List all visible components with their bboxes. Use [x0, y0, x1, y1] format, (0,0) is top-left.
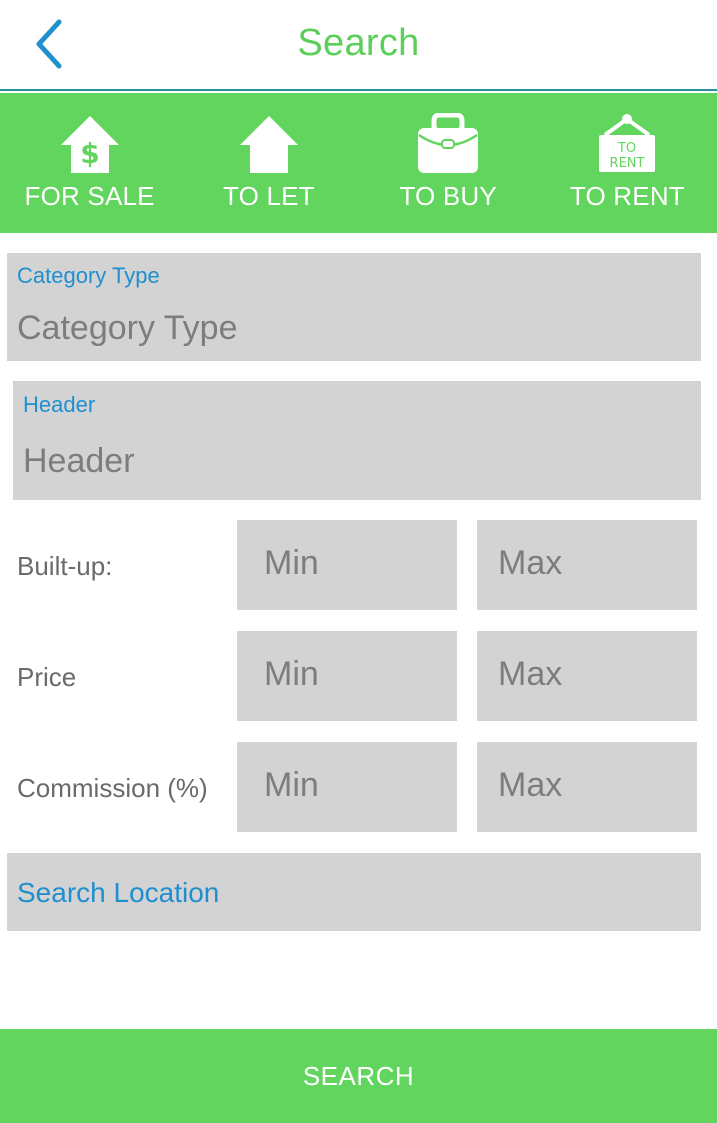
top-app-bar: Search [0, 0, 717, 91]
built-up-min-input[interactable]: Min [237, 520, 457, 610]
max-placeholder: Max [498, 544, 563, 582]
tab-label: TO LET [223, 181, 315, 211]
search-location-placeholder: Search Location [17, 877, 220, 908]
tab-to-buy[interactable]: TO BUY [359, 93, 538, 233]
tab-label: TO RENT [569, 181, 685, 211]
commission-label: Commission (%) [17, 773, 208, 803]
to-rent-sign-icon: TO RENT [599, 114, 656, 172]
sign-text-to: TO [617, 141, 636, 156]
price-max-input[interactable]: Max [477, 631, 697, 721]
tab-label: TO BUY [399, 181, 497, 211]
commission-min-input[interactable]: Min [237, 742, 457, 832]
price-min-input[interactable]: Min [237, 631, 457, 721]
search-button-label: SEARCH [302, 1060, 415, 1091]
house-icon [239, 116, 298, 173]
category-tab-bar: $ FOR SALE TO LET TO BUY TO RENT TO RENT [0, 93, 717, 233]
commission-max-input[interactable]: Max [477, 742, 697, 832]
tab-to-let[interactable]: TO LET [179, 93, 358, 233]
search-button[interactable]: SEARCH [0, 1029, 717, 1123]
house-dollar-icon: $ [60, 116, 119, 173]
min-placeholder: Min [264, 655, 319, 693]
max-placeholder: Max [498, 655, 563, 693]
svg-text:$: $ [80, 137, 99, 170]
price-label: Price [17, 662, 77, 692]
briefcase-icon [418, 113, 479, 173]
search-screen: Search $ FOR SALE TO LET TO BUY TO RENT … [0, 0, 717, 1123]
category-type-placeholder: Category Type [17, 309, 238, 347]
category-type-label: Category Type [17, 263, 160, 288]
header-label: Header [23, 392, 96, 417]
tab-for-sale[interactable]: $ FOR SALE [0, 93, 179, 233]
built-up-label: Built-up: [17, 551, 113, 581]
page-title: Search [297, 22, 420, 64]
min-placeholder: Min [264, 544, 319, 582]
tab-label: FOR SALE [24, 181, 155, 211]
tab-to-rent[interactable]: TO RENT TO RENT [538, 93, 717, 233]
header-field[interactable]: Header Header [13, 381, 701, 500]
max-placeholder: Max [498, 766, 563, 804]
built-up-max-input[interactable]: Max [477, 520, 697, 610]
min-placeholder: Min [264, 766, 319, 804]
category-type-field[interactable]: Category Type Category Type [7, 253, 701, 361]
sign-text-rent: RENT [610, 156, 645, 171]
header-placeholder: Header [23, 442, 135, 480]
search-location-field[interactable]: Search Location [7, 853, 701, 931]
